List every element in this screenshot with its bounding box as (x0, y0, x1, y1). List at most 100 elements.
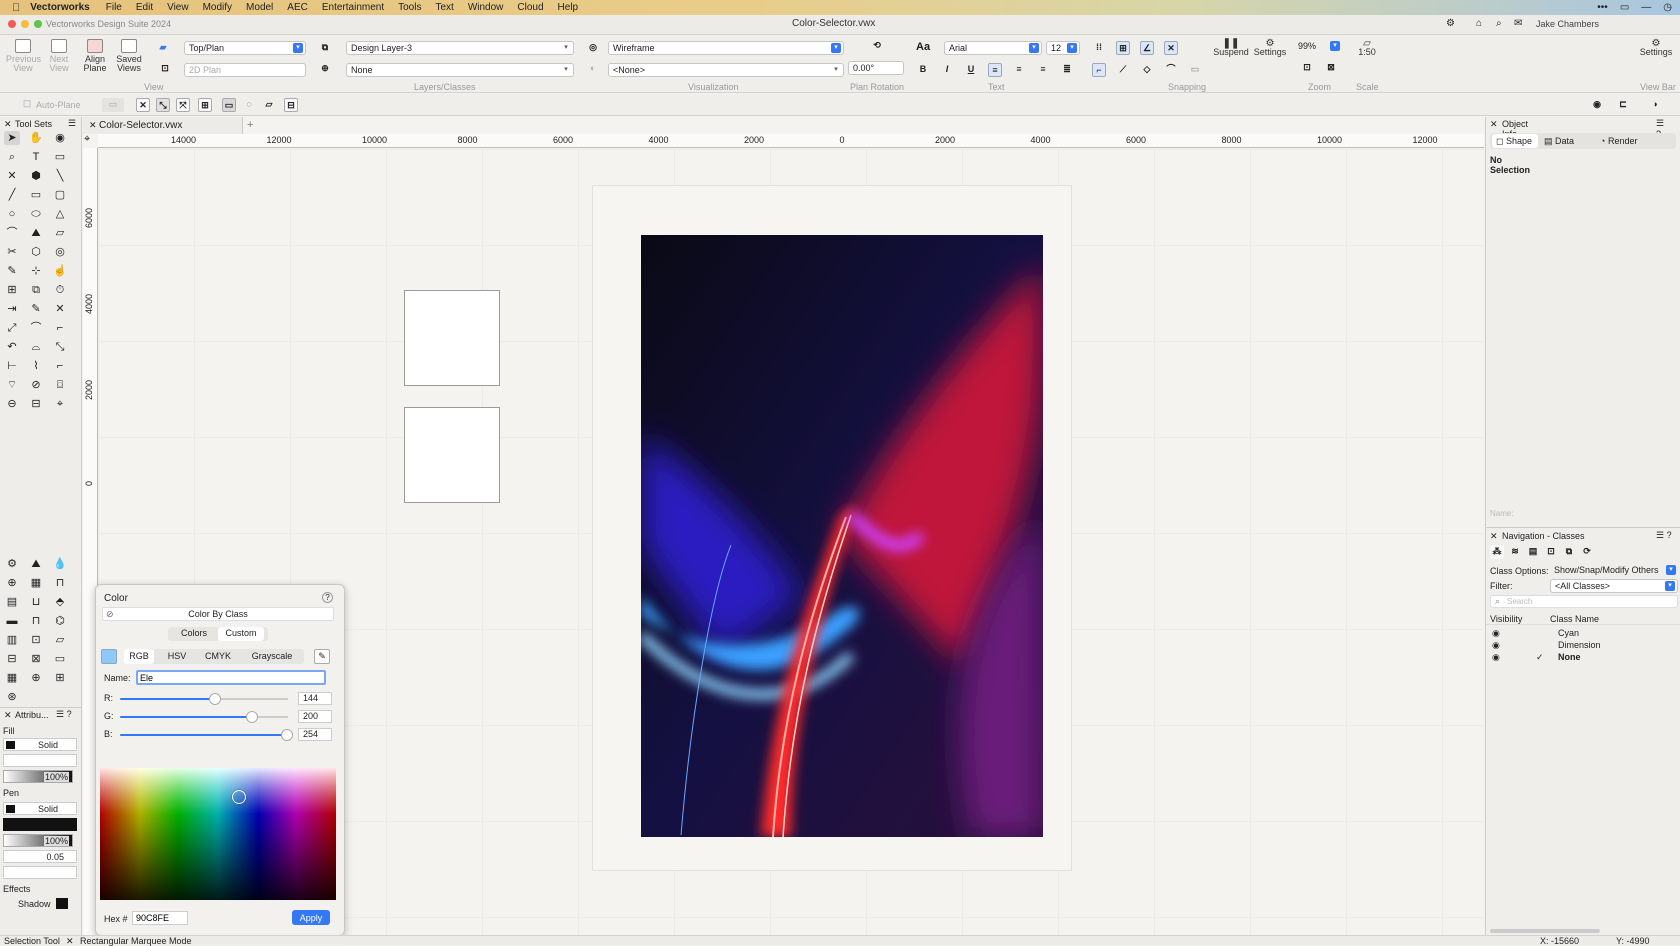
tool-button[interactable]: ╲ (52, 169, 68, 183)
tool-button[interactable]: ☝ (52, 264, 68, 278)
underline-button[interactable]: U (964, 63, 978, 77)
class-select[interactable]: None ▾ (346, 63, 574, 77)
tool-button[interactable]: ⬡ (28, 245, 44, 259)
menu-help[interactable]: Help (558, 2, 579, 13)
tool-button[interactable]: ⏱ (52, 283, 68, 297)
select-mode-3-icon[interactable]: ⤧ (176, 98, 190, 112)
line-weight-field[interactable]: 0.05 (3, 850, 77, 863)
render-mode-icon[interactable]: ◎ (586, 41, 600, 55)
nav-sheets-icon[interactable]: ▤ (1526, 545, 1540, 559)
close-icon[interactable]: ✕ (89, 120, 97, 131)
tool-button[interactable]: ▭ (52, 150, 68, 164)
tool-set-button[interactable]: ⊔ (28, 595, 44, 609)
snap-angle-icon[interactable]: ∠ (1140, 41, 1154, 55)
tool-button[interactable]: △ (52, 207, 68, 221)
rectangle-shape[interactable] (404, 290, 500, 386)
eyedropper-icon[interactable]: ✎ (314, 649, 330, 664)
zoom-page-icon[interactable]: ⊠ (1324, 61, 1338, 75)
g-slider-knob[interactable] (245, 711, 258, 723)
visibility-off-icon[interactable]: ◉ (1590, 98, 1604, 112)
snap-settings-button[interactable]: ⚙ Settings (1250, 39, 1290, 57)
tool-button[interactable]: ⇥ (4, 302, 20, 316)
r-slider-knob[interactable] (208, 693, 221, 705)
tool-button[interactable]: ⊞ (4, 283, 20, 297)
tab-render[interactable]: ◔ Render (1600, 134, 1637, 148)
lighting-select[interactable]: <None> ▾ (608, 63, 844, 77)
shadow-swatch[interactable] (56, 898, 68, 909)
nav-symbols-icon[interactable]: ⟳ (1580, 545, 1594, 559)
class-row[interactable]: ◉ Dimension (1486, 640, 1680, 652)
tool-button[interactable]: ⊟ (28, 397, 44, 411)
previous-view-button[interactable]: Previous View (6, 39, 41, 73)
visible-eye-icon[interactable]: ◉ (1492, 652, 1500, 663)
snap-edge-icon[interactable]: ⌒ (1164, 63, 1178, 77)
plane-mode-icon[interactable]: ▭ (102, 98, 124, 112)
lasso-marquee-icon[interactable]: ◌ (242, 98, 256, 112)
tool-button[interactable]: ⌖ (52, 397, 68, 411)
snap-object-icon[interactable]: ⊞ (1116, 41, 1130, 55)
class-row[interactable]: ◉ ✓ None (1486, 652, 1680, 664)
tool-button[interactable]: ⌇ (28, 359, 44, 373)
select-mode-2-icon[interactable]: ⤡ (156, 98, 170, 112)
r-slider[interactable] (120, 693, 288, 705)
mode-hsv[interactable]: HSV (162, 649, 192, 664)
nav-views-icon[interactable]: ⊡ (1544, 545, 1558, 559)
snap-intersection-icon[interactable]: ✕ (1164, 41, 1178, 55)
tool-set-button[interactable]: ⚙ (4, 557, 20, 571)
tool-button[interactable]: ✎ (28, 302, 44, 316)
tool-button[interactable]: ○ (4, 207, 20, 221)
help-icon[interactable]: ? (322, 592, 333, 603)
tool-button[interactable]: ↶ (4, 340, 20, 354)
tool-set-button[interactable]: ▦ (28, 576, 44, 590)
history-icon[interactable]: ◷ (1663, 2, 1672, 13)
g-value-field[interactable]: 200 (298, 710, 332, 723)
classes-icon[interactable]: ⊕ (318, 62, 332, 76)
visible-eye-icon[interactable]: ◉ (1492, 640, 1500, 651)
fill-color-field[interactable] (3, 754, 77, 767)
tool-set-button[interactable]: ⌬ (52, 614, 68, 628)
tool-set-button[interactable]: ⊕ (28, 671, 44, 685)
tool-button[interactable]: ⤡ (52, 340, 68, 354)
palette-menu-icon[interactable]: ☰ (68, 118, 76, 129)
class-search-input[interactable]: ⌕ Search (1490, 595, 1678, 608)
add-tab-icon[interactable]: + (247, 119, 253, 131)
justify-icon[interactable]: ≣ (1060, 63, 1074, 77)
lighting-icon[interactable]: ◐ (586, 62, 600, 76)
tool-button[interactable]: ✋ (28, 131, 44, 145)
mode-grayscale[interactable]: Grayscale (244, 649, 300, 664)
minimize-icon[interactable]: — (1641, 2, 1651, 13)
close-icon[interactable]: ✕ (4, 710, 12, 721)
tool-set-button[interactable]: ⊞ (52, 671, 68, 685)
nav-references-icon[interactable]: ⧉ (1562, 545, 1576, 559)
saved-views-button[interactable]: Saved Views (112, 39, 146, 73)
hex-input[interactable] (132, 911, 188, 925)
tool-set-button[interactable]: ▤ (4, 595, 20, 609)
tool-button[interactable]: ⬢ (28, 169, 44, 183)
fill-style-select[interactable]: Solid (3, 738, 77, 751)
auto-plane-checkbox[interactable]: ☐ (20, 98, 34, 112)
close-window-button[interactable] (8, 20, 16, 28)
tool-button[interactable]: ⌒ (4, 226, 20, 240)
tool-button[interactable]: ⬭ (28, 207, 44, 221)
view-select[interactable]: Top/Plan ▾ (184, 41, 306, 55)
polygon-marquee-icon[interactable]: ▱ (262, 98, 276, 112)
zoom-fit-icon[interactable]: ⊡ (1300, 61, 1314, 75)
view-bar-settings-button[interactable]: ⚙ Settings (1636, 39, 1676, 57)
tool-set-button[interactable]: ⊠ (28, 652, 44, 666)
mode-rgb[interactable]: RGB (124, 649, 154, 664)
tool-set-button[interactable]: ▬ (4, 614, 20, 628)
crosshair-icon[interactable]: ⌖ (84, 133, 90, 146)
plan-rotation-icon[interactable]: ⟲ (870, 39, 884, 53)
menu-cloud[interactable]: Cloud (517, 2, 543, 13)
display-icon[interactable]: ▭ (1620, 2, 1629, 13)
menu-entertainment[interactable]: Entertainment (322, 2, 384, 13)
more-icon[interactable]: ••• (1597, 2, 1608, 13)
scale-button[interactable]: ▱ 1:50 (1352, 39, 1382, 57)
name-field[interactable]: Name: (1490, 509, 1514, 518)
snap-tangent-icon[interactable]: ⟋ (1116, 63, 1130, 77)
tool-button[interactable]: ⌓ (28, 340, 44, 354)
snap-distance-icon[interactable]: ⌐ (1092, 63, 1106, 77)
menu-window[interactable]: Window (468, 2, 504, 13)
snap-surface-icon[interactable]: ◇ (1140, 63, 1154, 77)
filter-select[interactable]: <All Classes> ▾ (1550, 579, 1678, 593)
